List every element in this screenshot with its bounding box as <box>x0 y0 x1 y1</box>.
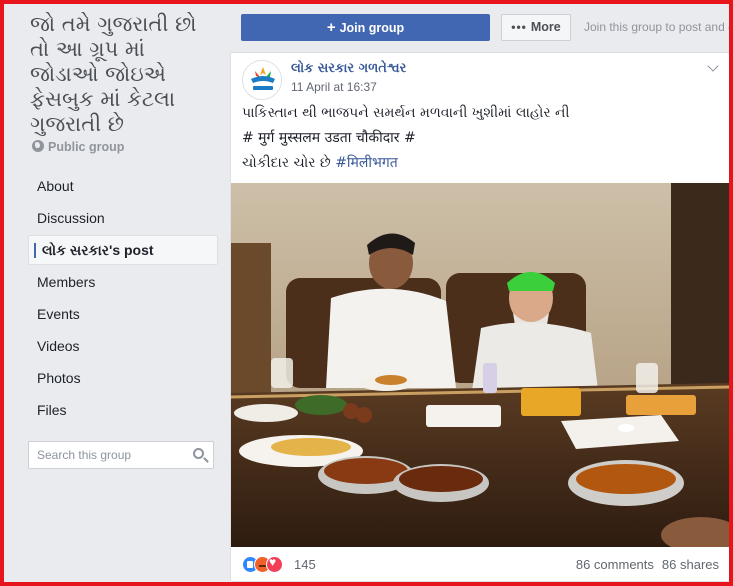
post-text-line: ચોકીદાર ચોર છે #मिलीभगत <box>242 151 722 176</box>
nav-item-videos[interactable]: Videos <box>28 331 218 361</box>
reaction-count[interactable]: 145 <box>294 557 316 572</box>
screenshot-frame: જો તમે ગુજરાતી છો તો આ ગ્રૂપ માં જોડાઓ જ… <box>0 0 733 586</box>
plus-icon: + <box>326 19 336 36</box>
comments-count[interactable]: 86 comments <box>576 557 654 572</box>
post-text-segment: ચોકીદાર ચોર છે <box>242 155 336 171</box>
nav-item-about[interactable]: About <box>28 171 218 201</box>
post-options-chevron-icon[interactable] <box>707 60 719 72</box>
nav-item-files[interactable]: Files <box>28 395 218 425</box>
engagement-counts: 86 comments 86 shares <box>576 557 719 572</box>
join-hint: Join this group to post and comment. <box>584 20 729 34</box>
group-title[interactable]: જો તમે ગુજરાતી છો તો આ ગ્રૂપ માં જોડાઓ જ… <box>30 12 220 137</box>
group-privacy: Public group <box>32 140 124 154</box>
globe-icon <box>32 140 44 152</box>
post-text: પાકિસ્તાન થી ભાજપને સમર્થન મળવાની ખુશીમા… <box>242 101 722 176</box>
author-avatar[interactable] <box>242 60 282 100</box>
group-privacy-label: Public group <box>48 140 125 154</box>
more-button[interactable]: ••• More <box>501 14 571 41</box>
post-text-line: # मुर्ग मुस्सलम उडता चौकीदार # <box>242 130 416 146</box>
join-group-label: Join group <box>339 21 405 35</box>
group-nav: About Discussion લોક સરકાર's post Member… <box>28 171 218 427</box>
group-search <box>28 441 214 469</box>
post-timestamp[interactable]: 11 April at 16:37 <box>291 80 377 94</box>
post-footer: 145 86 comments 86 shares <box>231 547 729 581</box>
nav-item-photos[interactable]: Photos <box>28 363 218 393</box>
author-logo-icon <box>243 61 281 99</box>
post-text-line: પાકિસ્તાન થી ભાજપને સમર્થન મળવાની ખુશીમા… <box>242 105 570 121</box>
post-photo-image <box>231 183 729 547</box>
search-icon[interactable] <box>193 448 204 459</box>
post-photo[interactable] <box>231 183 729 547</box>
more-dots-icon: ••• <box>511 20 527 34</box>
nav-item-discussion[interactable]: Discussion <box>28 203 218 233</box>
nav-item-post[interactable]: લોક સરકાર's post <box>28 235 218 265</box>
love-reaction-icon <box>266 555 283 573</box>
nav-item-events[interactable]: Events <box>28 299 218 329</box>
join-group-button[interactable]: + Join group <box>241 14 490 41</box>
post-author[interactable]: લોક સરકાર ગળતેશ્વર <box>291 61 406 76</box>
post-card: લોક સરકાર ગળતેશ્વર 11 April at 16:37 પાક… <box>230 52 729 582</box>
shares-count[interactable]: 86 shares <box>662 557 719 572</box>
nav-item-members[interactable]: Members <box>28 267 218 297</box>
more-label: More <box>530 20 561 34</box>
hashtag-link[interactable]: #मिलीभगत <box>335 155 398 171</box>
search-input[interactable] <box>29 442 185 468</box>
